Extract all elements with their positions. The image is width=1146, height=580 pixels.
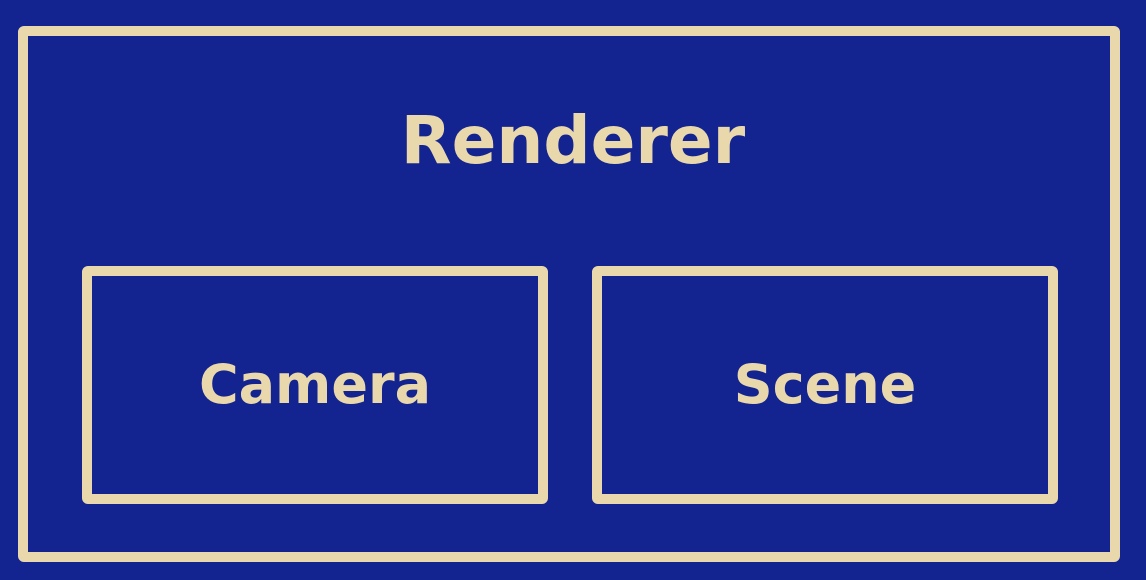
camera-label: Camera (198, 353, 432, 416)
renderer-label: Renderer (400, 102, 746, 179)
scene-label: Scene (733, 353, 917, 416)
scene-box: Scene (592, 266, 1058, 504)
diagram-canvas: Renderer Camera Scene (0, 0, 1146, 580)
camera-box: Camera (82, 266, 548, 504)
